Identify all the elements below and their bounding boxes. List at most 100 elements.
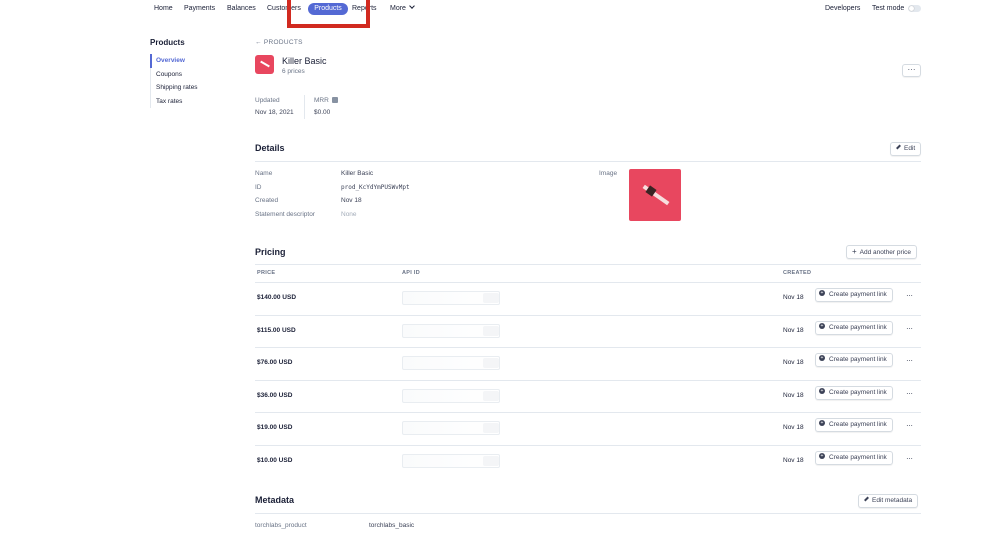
price-row[interactable]: $10.00 USD Nov 18 + Create payment link ·… — [255, 444, 921, 478]
sidebar-nav: Overview Coupons Shipping rates Tax rate… — [150, 54, 198, 108]
api-id-copy[interactable] — [483, 423, 499, 433]
nav-more[interactable]: More — [390, 3, 415, 12]
price-row[interactable]: $76.00 USD Nov 18 + Create payment link ·… — [255, 347, 921, 380]
image-label: Image — [599, 170, 618, 177]
create-payment-link-button[interactable]: + Create payment link — [815, 320, 893, 335]
price-amount: $115.00 USD — [257, 326, 296, 334]
mrr-value: $0.00 — [314, 109, 331, 116]
header-api-id: API ID — [402, 270, 420, 276]
price-amount: $19.00 USD — [257, 424, 293, 431]
api-id-copy[interactable] — [483, 293, 499, 303]
metadata-key: torchlabs_product — [255, 522, 307, 529]
descriptor-label: Statement descriptor — [255, 211, 315, 218]
create-link-label: Create payment link — [829, 453, 887, 461]
price-created: Nov 18 — [783, 391, 804, 399]
pricing-divider — [255, 264, 921, 265]
header-created: CREATED — [783, 270, 812, 276]
create-link-label: Create payment link — [829, 388, 887, 396]
row-more-button[interactable]: ··· — [906, 324, 913, 333]
create-payment-link-button[interactable]: + Create payment link — [815, 353, 893, 367]
price-row[interactable]: $36.00 USD Nov 18 + Create payment link ·… — [255, 379, 921, 413]
top-nav: Home Payments Balances Customers Product… — [0, 0, 1008, 19]
product-price-count: 6 prices — [282, 68, 305, 75]
plus-circle-icon: + — [819, 420, 825, 427]
create-link-label: Create payment link — [829, 356, 887, 363]
price-created: Nov 18 — [783, 424, 804, 431]
row-more-button[interactable]: ··· — [906, 454, 913, 463]
plus-circle-icon: + — [819, 387, 825, 394]
pencil-icon — [896, 144, 901, 150]
mrr-label: MRR — [314, 97, 329, 104]
price-amount: $76.00 USD — [257, 359, 293, 366]
pricing-title: Pricing — [255, 247, 286, 257]
price-row[interactable]: $140.00 USD Nov 18 + Create payment link … — [255, 282, 921, 315]
created-value: Nov 18 — [341, 197, 362, 204]
product-thumbnail — [255, 55, 274, 74]
api-id-copy[interactable] — [483, 325, 499, 336]
product-image[interactable] — [629, 169, 681, 221]
mrr-label-wrap: MRR — [314, 97, 338, 104]
row-more-button[interactable]: ··· — [906, 356, 913, 365]
price-row[interactable]: $19.00 USD Nov 18 + Create payment link ·… — [255, 412, 921, 445]
plus-circle-icon: + — [819, 322, 825, 329]
create-link-label: Create payment link — [829, 291, 887, 298]
edit-metadata-label: Edit metadata — [872, 497, 913, 504]
sidebar-item-overview[interactable]: Overview — [150, 54, 198, 68]
price-amount: $10.00 USD — [257, 456, 293, 464]
add-price-label: Add another price — [859, 249, 911, 256]
metadata-title: Metadata — [255, 495, 295, 505]
sidebar-item-shipping-rates[interactable]: Shipping rates — [151, 81, 198, 95]
price-created: Nov 18 — [783, 294, 804, 301]
create-link-label: Create payment link — [829, 421, 887, 428]
meta-divider — [304, 95, 305, 119]
api-id-copy[interactable] — [483, 455, 499, 466]
price-amount: $36.00 USD — [257, 391, 293, 399]
nav-developers[interactable]: Developers — [825, 5, 860, 12]
back-to-products-link[interactable]: ← PRODUCTS — [255, 39, 303, 46]
name-label: Name — [255, 170, 273, 177]
knife-blade — [642, 184, 670, 206]
name-value: Killer Basic — [341, 170, 374, 177]
price-row[interactable]: $115.00 USD Nov 18 + Create payment link … — [255, 314, 921, 348]
descriptor-value: None — [341, 211, 357, 218]
edit-details-button[interactable]: Edit — [890, 142, 922, 156]
header-price: PRICE — [257, 270, 276, 276]
nav-balances[interactable]: Balances — [227, 5, 256, 12]
sidebar-item-coupons[interactable]: Coupons — [151, 68, 198, 82]
api-id-copy[interactable] — [483, 358, 499, 368]
pencil-icon — [864, 496, 869, 502]
test-mode-toggle[interactable] — [908, 5, 921, 12]
test-mode-label: Test mode — [872, 5, 905, 12]
info-icon[interactable] — [331, 97, 338, 104]
created-label: Created — [255, 197, 279, 204]
chevron-down-icon — [409, 3, 415, 9]
nav-more-label: More — [390, 5, 406, 12]
add-price-button[interactable]: + Add another price — [846, 245, 917, 259]
plus-icon: + — [852, 247, 857, 256]
nav-payments[interactable]: Payments — [184, 5, 215, 12]
details-divider — [255, 161, 921, 162]
price-amount: $140.00 USD — [257, 294, 297, 301]
sidebar-title: Products — [150, 38, 185, 47]
updated-value: Nov 18, 2021 — [255, 109, 294, 116]
create-payment-link-button[interactable]: + Create payment link — [815, 418, 893, 432]
create-link-label: Create payment link — [829, 323, 887, 331]
row-more-button[interactable]: ··· — [906, 389, 913, 398]
id-label: ID — [255, 184, 262, 191]
plus-circle-icon: + — [819, 355, 825, 362]
api-id-copy[interactable] — [483, 390, 499, 401]
create-payment-link-button[interactable]: + Create payment link — [815, 288, 893, 302]
create-payment-link-button[interactable]: + Create payment link — [815, 385, 893, 400]
plus-circle-icon: + — [819, 452, 825, 459]
plus-circle-icon: + — [819, 290, 825, 297]
metadata-divider — [255, 513, 921, 514]
price-created: Nov 18 — [783, 456, 804, 464]
product-more-button[interactable]: ··· — [902, 64, 921, 77]
nav-home[interactable]: Home — [154, 5, 173, 12]
id-value[interactable]: prod_KcYdYmPUSWvMpt — [341, 184, 410, 191]
row-more-button[interactable]: ··· — [906, 421, 913, 430]
create-payment-link-button[interactable]: + Create payment link — [815, 450, 893, 465]
row-more-button[interactable]: ··· — [906, 291, 913, 300]
edit-metadata-button[interactable]: Edit metadata — [858, 494, 919, 508]
sidebar-item-tax-rates[interactable]: Tax rates — [151, 95, 198, 109]
